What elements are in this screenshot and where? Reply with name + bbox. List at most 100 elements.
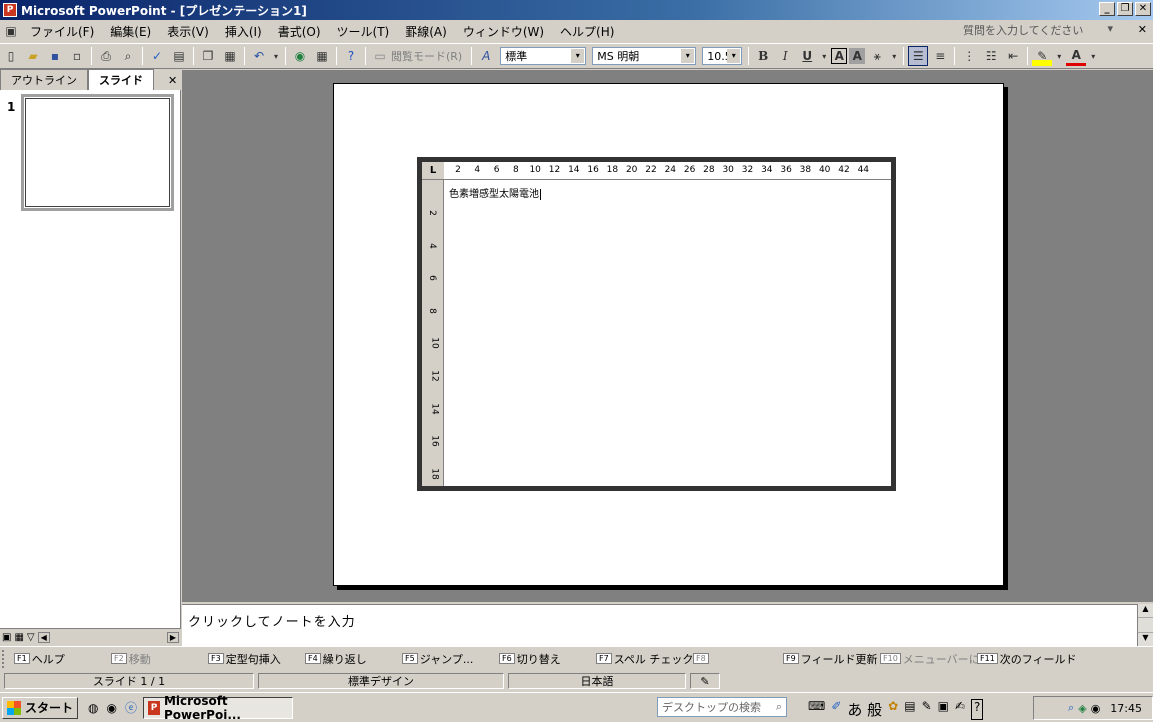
help-question-input[interactable]: 質問を入力してください (963, 22, 1083, 38)
ime-mode-icon[interactable]: ✐ (831, 699, 841, 720)
menu-file[interactable]: ファイル(F) (22, 23, 102, 40)
scroll-right-icon[interactable]: ▶ (166, 632, 179, 643)
align-justify-icon[interactable]: ☰ (908, 46, 929, 66)
spelling-icon[interactable]: ✓ (147, 46, 167, 66)
fkey-f5[interactable]: F5 ジャンプ... (402, 651, 499, 667)
char-shading-button[interactable]: A (849, 48, 866, 64)
scroll-up-icon[interactable]: ▲ (1138, 604, 1153, 618)
bold-button[interactable]: B (753, 46, 773, 66)
keyboard-icon[interactable]: ⌨ (808, 699, 825, 720)
tab-outline[interactable]: アウトライン (0, 69, 88, 90)
permission-icon[interactable]: ▫ (67, 46, 87, 66)
desktop-search-input[interactable]: デスクトップの検索 ⌕ (657, 697, 787, 717)
open-icon[interactable]: ▰ (23, 46, 43, 66)
fkey-f8[interactable]: F8 (693, 651, 783, 667)
tray-search-icon[interactable]: ⌕ (1068, 701, 1074, 715)
fkey-f3[interactable]: F3 定型句挿入 (208, 651, 305, 667)
slide-thumbnail[interactable] (21, 94, 174, 211)
bullets-icon[interactable]: ☷ (981, 46, 1001, 66)
highlight-icon[interactable]: ✎ (1032, 46, 1053, 66)
fkey-f1[interactable]: F1 ヘルプ (14, 651, 111, 667)
ime-settings-icon[interactable]: ▣ (938, 699, 949, 720)
italic-button[interactable]: I (775, 46, 795, 66)
phonetic-dropdown-icon[interactable]: ▾ (889, 46, 899, 66)
tray-shield-icon[interactable]: ◉ (1091, 702, 1101, 715)
fkey-f4[interactable]: F4 繰り返し (305, 651, 402, 667)
chevron-down-icon[interactable]: ▾ (1107, 22, 1113, 38)
style-select[interactable]: 標準 ▾ (500, 47, 587, 65)
font-select[interactable]: MS 明朝 ▾ (592, 47, 697, 65)
document-icon[interactable]: ▣ (1, 21, 21, 41)
table-icon[interactable]: ▦ (312, 46, 332, 66)
char-border-button[interactable]: A (831, 48, 848, 64)
tray-network-icon[interactable]: ◈ (1078, 702, 1086, 715)
chevron-down-icon[interactable]: ▾ (571, 49, 585, 63)
ime-pad-icon[interactable]: ✿ (888, 699, 898, 720)
fkey-f10[interactable]: F10 メニューバーに (880, 651, 980, 667)
print-preview-icon[interactable]: ⌕ (118, 46, 138, 66)
highlight-dropdown-icon[interactable]: ▾ (1054, 46, 1064, 66)
close-pane-icon[interactable]: ✕ (168, 74, 177, 87)
numbering-icon[interactable]: ⋮ (959, 46, 979, 66)
ime-dictionary-icon[interactable]: ▤ (904, 699, 915, 720)
scroll-down-icon[interactable]: ▼ (1138, 632, 1153, 646)
clock[interactable]: 17:45 (1110, 702, 1142, 715)
decrease-indent-icon[interactable]: ⇤ (1003, 46, 1023, 66)
horizontal-ruler[interactable]: 2 4 6 8 10 12 14 16 18 20 22 24 26 28 30 32 34 36 38 40 42 44 (444, 162, 891, 180)
menu-tools[interactable]: ツール(T) (329, 23, 398, 40)
tab-stop-selector[interactable]: L (422, 162, 444, 180)
menu-view[interactable]: 表示(V) (159, 23, 217, 40)
tab-slides[interactable]: スライド (88, 69, 154, 90)
fkey-f6[interactable]: F6 切り替え (499, 651, 596, 667)
reading-mode-icon[interactable]: ▭ (370, 46, 390, 66)
font-color-button[interactable]: A (1066, 46, 1087, 66)
menu-window[interactable]: ウィンドウ(W) (455, 23, 552, 40)
font-size-select[interactable]: 10.5 ▾ (702, 47, 743, 65)
save-icon[interactable]: ▪ (45, 46, 65, 66)
copy-icon[interactable]: ❐ (198, 46, 218, 66)
close-document-icon[interactable]: ✕ (1138, 23, 1147, 36)
spelling-status-icon[interactable]: ✎ (690, 673, 720, 689)
quicklaunch-browser-icon[interactable]: ◍ (88, 701, 98, 715)
slideshow-icon[interactable]: ▽ (27, 632, 35, 643)
print-icon[interactable]: ⎙ (96, 46, 116, 66)
styles-icon[interactable]: A (476, 46, 496, 66)
minimize-button[interactable]: _ (1099, 2, 1115, 16)
menu-insert[interactable]: 挿入(I) (217, 23, 270, 40)
quicklaunch-ie-icon[interactable]: ⓔ (125, 699, 137, 716)
font-color-dropdown-icon[interactable]: ▾ (1088, 46, 1098, 66)
handwriting-icon[interactable]: ✍ (955, 699, 965, 720)
chevron-down-icon[interactable]: ▾ (681, 49, 695, 63)
hyperlink-icon[interactable]: ◉ (290, 46, 310, 66)
chevron-down-icon[interactable]: ▾ (727, 49, 741, 63)
document-body[interactable]: 色素増感型太陽電池 (445, 181, 891, 486)
fkey-f11[interactable]: F11 次のフィールド (977, 651, 1077, 667)
normal-view-icon[interactable]: ▣ (2, 632, 11, 643)
fkey-f2[interactable]: F2 移動 (111, 651, 208, 667)
notes-scrollbar[interactable]: ▲ ▼ (1137, 604, 1153, 646)
align-center-icon[interactable]: ≡ (930, 46, 950, 66)
quicklaunch-media-icon[interactable]: ◉ (107, 701, 117, 715)
menu-help[interactable]: ヘルプ(H) (552, 23, 622, 40)
powerpoint-app-icon[interactable]: P (3, 3, 17, 17)
fkey-f7[interactable]: F7 スペル チェック... (596, 651, 704, 667)
new-icon[interactable]: ▯ (1, 46, 21, 66)
embedded-word-object[interactable]: L 2 4 6 8 10 12 14 16 18 20 22 24 26 28 30 32 34 36 38 40 42… (417, 157, 896, 491)
menu-table[interactable]: 罫線(A) (397, 23, 455, 40)
underline-button[interactable]: U (797, 46, 817, 66)
paste-icon[interactable]: ▦ (220, 46, 240, 66)
research-icon[interactable]: ▤ (169, 46, 189, 66)
scroll-left-icon[interactable]: ◀ (37, 632, 50, 643)
undo-icon[interactable]: ↶ (249, 46, 269, 66)
reading-mode-button[interactable]: 閲覧モード(R) (391, 48, 462, 64)
menu-format[interactable]: 書式(O) (270, 23, 329, 40)
phonetic-guide-icon[interactable]: ⚹ (867, 46, 887, 66)
ime-help-icon[interactable]: ? (971, 699, 984, 720)
menu-edit[interactable]: 編集(E) (102, 23, 159, 40)
notes-pane[interactable]: クリックしてノートを入力 (182, 604, 1153, 646)
help-icon[interactable]: ? (341, 46, 361, 66)
ime-tools-icon[interactable]: ✎ (922, 699, 932, 720)
taskbar-powerpoint-button[interactable]: P Microsoft PowerPoi... (143, 694, 293, 722)
undo-dropdown-icon[interactable]: ▾ (271, 46, 281, 66)
search-icon[interactable]: ⌕ (776, 700, 782, 714)
